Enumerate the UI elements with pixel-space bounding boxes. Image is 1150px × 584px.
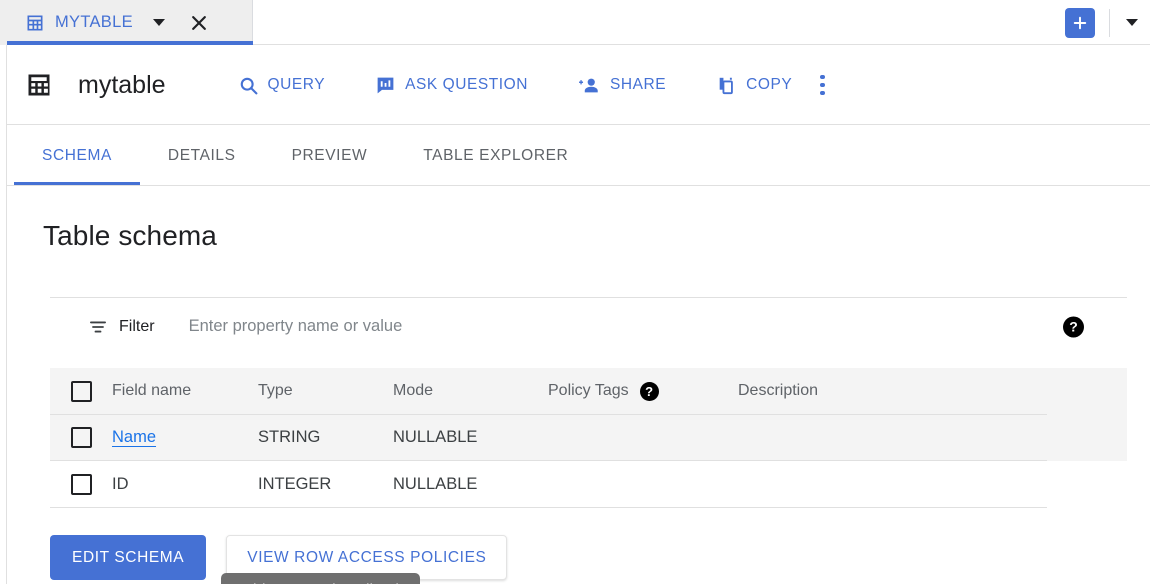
- schema-panel: Table schema Filter ? Field name Type Mo…: [7, 187, 1150, 584]
- chat-chart-icon: [375, 75, 396, 96]
- left-rail-top-strip: [0, 0, 7, 45]
- query-button-label: QUERY: [268, 76, 326, 94]
- copy-button-label: COPY: [746, 76, 792, 94]
- share-button-label: SHARE: [610, 76, 666, 94]
- active-tab-indicator: [7, 41, 253, 45]
- filter-bar: Filter ?: [50, 297, 1127, 355]
- select-all-checkbox-cell[interactable]: [50, 381, 112, 402]
- document-tab-label: MYTABLE: [55, 13, 133, 32]
- tab-preview-label: PREVIEW: [292, 147, 368, 165]
- edit-schema-button[interactable]: EDIT SCHEMA: [50, 535, 206, 580]
- tab-overflow-chevron-down-icon[interactable]: [1126, 19, 1138, 26]
- copy-icon: [716, 75, 737, 96]
- share-button[interactable]: SHARE: [564, 67, 680, 104]
- filter-input[interactable]: [187, 316, 747, 337]
- ask-question-button-label: ASK QUESTION: [405, 76, 528, 94]
- row-divider: [50, 507, 1047, 508]
- document-tab-strip: MYTABLE: [7, 0, 1150, 45]
- field-name-link[interactable]: Name: [112, 428, 156, 446]
- tab-strip-actions: [1065, 0, 1150, 45]
- row-checkbox[interactable]: [71, 427, 92, 448]
- document-tab-mytable[interactable]: MYTABLE: [7, 0, 253, 45]
- tab-details-label: DETAILS: [168, 147, 236, 165]
- cell-type: STRING: [258, 428, 393, 447]
- policy-tags-help-icon[interactable]: ?: [640, 382, 659, 401]
- close-icon[interactable]: [189, 13, 209, 33]
- policy-tags-help-glyph: ?: [645, 384, 653, 399]
- table-row[interactable]: ID INTEGER NULLABLE: [50, 461, 1127, 508]
- help-icon-glyph: ?: [1069, 319, 1078, 335]
- cell-mode: NULLABLE: [393, 475, 548, 494]
- page-title: mytable: [78, 71, 166, 100]
- left-rail: [0, 0, 7, 584]
- header-actions: QUERY ASK QUESTION: [224, 65, 839, 106]
- section-tabs: SCHEMA DETAILS PREVIEW TABLE EXPLORER: [7, 126, 1150, 186]
- select-all-checkbox[interactable]: [71, 381, 92, 402]
- query-button[interactable]: QUERY: [224, 67, 340, 104]
- tab-table-explorer-label: TABLE EXPLORER: [423, 147, 568, 165]
- divider: [1109, 9, 1110, 37]
- help-icon[interactable]: ?: [1063, 316, 1084, 337]
- table-header-row: Field name Type Mode Policy Tags ? Descr…: [50, 368, 1127, 415]
- table-header-toolbar: mytable QUERY ASK QUESTION: [7, 46, 1150, 125]
- table-icon: [25, 13, 45, 33]
- cell-type: INTEGER: [258, 475, 393, 494]
- add-tab-button[interactable]: [1065, 8, 1095, 38]
- filter-list-icon[interactable]: [88, 317, 108, 337]
- column-header-type[interactable]: Type: [258, 382, 393, 400]
- schema-table: Field name Type Mode Policy Tags ? Descr…: [50, 368, 1127, 508]
- table-schema-heading: Table schema: [43, 220, 217, 252]
- column-header-policy-tags-label: Policy Tags: [548, 382, 629, 400]
- column-header-mode[interactable]: Mode: [393, 382, 548, 400]
- tab-table-explorer[interactable]: TABLE EXPLORER: [395, 126, 596, 185]
- tab-schema[interactable]: SCHEMA: [14, 126, 140, 185]
- table-icon: [25, 71, 53, 99]
- column-header-policy-tags[interactable]: Policy Tags ?: [548, 382, 738, 401]
- person-add-icon: [578, 75, 601, 96]
- row-checkbox[interactable]: [71, 474, 92, 495]
- cell-field-name[interactable]: Name: [112, 428, 258, 447]
- copy-button[interactable]: COPY: [702, 67, 806, 104]
- table-row[interactable]: Name STRING NULLABLE: [50, 415, 1127, 462]
- ask-question-button[interactable]: ASK QUESTION: [361, 67, 542, 104]
- tab-preview[interactable]: PREVIEW: [264, 126, 396, 185]
- column-header-field-name[interactable]: Field name: [112, 382, 258, 400]
- filter-label: Filter: [119, 318, 155, 336]
- tab-details[interactable]: DETAILS: [140, 126, 264, 185]
- tooltip: Add to query in split tab: [221, 573, 420, 584]
- chevron-down-icon[interactable]: [153, 19, 165, 26]
- cell-field-name[interactable]: ID: [112, 475, 258, 494]
- tab-schema-label: SCHEMA: [42, 147, 112, 165]
- kebab-menu-icon[interactable]: [806, 65, 839, 106]
- column-header-description[interactable]: Description: [738, 382, 1038, 400]
- row-checkbox-cell[interactable]: [50, 474, 112, 495]
- cell-mode: NULLABLE: [393, 428, 548, 447]
- row-checkbox-cell[interactable]: [50, 427, 112, 448]
- search-icon: [238, 75, 259, 96]
